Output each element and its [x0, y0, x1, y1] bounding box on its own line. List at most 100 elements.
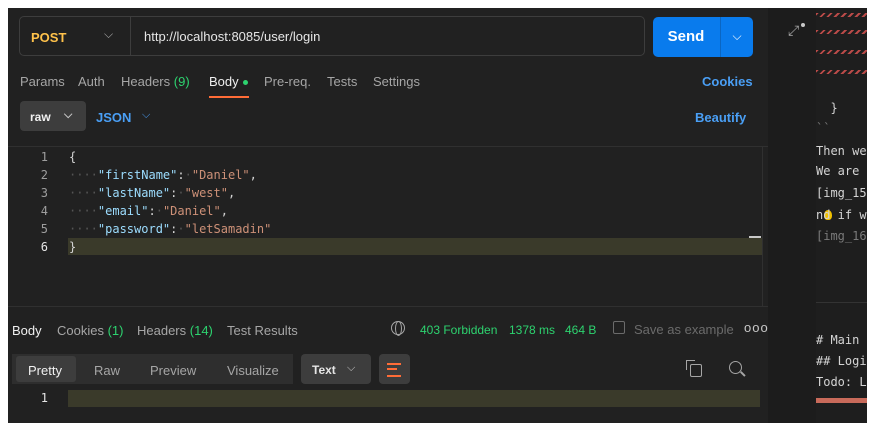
json-key: "firstName": [97, 168, 178, 182]
tab-headers-label: Headers: [121, 74, 171, 89]
line-number: 5: [40, 222, 48, 236]
url-divider: [130, 17, 131, 55]
response-current-line[interactable]: [68, 390, 760, 407]
code-line[interactable]: ····"lastName":·"west",: [69, 186, 235, 200]
text-line: nd if w: [816, 208, 867, 222]
method-select[interactable]: POST: [31, 30, 66, 45]
json-comma: ,: [227, 186, 236, 200]
line-number: 3: [40, 186, 48, 200]
language-select[interactable]: JSON: [96, 110, 131, 125]
text-line: ``: [816, 121, 831, 135]
code-line[interactable]: }: [69, 240, 76, 254]
response-line-number: 1: [40, 391, 48, 405]
chevron-down-icon: ⌵: [347, 362, 356, 374]
response-time[interactable]: 1378 ms: [509, 323, 555, 337]
space-marker: ·: [184, 168, 192, 182]
format-pretty[interactable]: Pretty: [28, 363, 62, 378]
tab-pre-req[interactable]: Pre-req.: [264, 74, 311, 89]
space-marker: ·: [177, 186, 185, 200]
code-line[interactable]: ····"firstName":·"Daniel",: [69, 168, 257, 182]
spellcheck-underline: [816, 30, 867, 34]
text-line: [img_16: [816, 229, 867, 243]
response-tab-body[interactable]: Body: [12, 323, 42, 338]
beautify-button[interactable]: Beautify: [695, 110, 746, 125]
json-value: "west": [184, 186, 228, 200]
language-chevron-down-icon[interactable]: ⌵: [142, 109, 150, 122]
body-modified-dot: [242, 80, 248, 86]
body-mode-label: raw: [30, 110, 51, 124]
request-panel: POST ⌵ http://localhost:8085/user/login …: [8, 8, 768, 423]
format-preview[interactable]: Preview: [150, 363, 196, 378]
method-chevron-down-icon[interactable]: ⌵: [104, 27, 113, 42]
send-button[interactable]: Send ⌵: [653, 17, 753, 57]
body-editor[interactable]: 1 2 3 4 5 6 { ····"firstName":·"Daniel",…: [8, 146, 768, 307]
notification-dot: [801, 23, 805, 27]
url-bar: POST ⌵ http://localhost:8085/user/login: [19, 16, 645, 56]
search-icon[interactable]: [729, 361, 742, 374]
expand-icon[interactable]: ⤢: [788, 22, 799, 39]
text-line: Todo: Lo: [816, 375, 867, 389]
markdown-editor-pane[interactable]: } `` Then we We are a [img_15 nd if w [i…: [816, 8, 867, 423]
side-toolbar: ⤢: [768, 8, 816, 423]
json-key: "lastName": [97, 186, 171, 200]
globe-icon[interactable]: [391, 321, 405, 336]
more-options-icon[interactable]: ooo: [744, 320, 768, 335]
format-raw[interactable]: Raw: [94, 363, 120, 378]
json-key: "password": [97, 222, 171, 236]
save-as-example-button[interactable]: Save as example: [634, 322, 734, 337]
response-tab-cookies[interactable]: Cookies (1): [57, 323, 123, 338]
response-size[interactable]: 464 B: [565, 323, 596, 337]
send-options-chevron-down-icon[interactable]: ⌵: [721, 29, 753, 44]
wrap-lines-icon: [387, 363, 401, 377]
line-number: 6: [40, 240, 48, 254]
tab-body[interactable]: Body: [209, 74, 248, 89]
text-line: [img_15: [816, 186, 867, 200]
current-line-highlight: [68, 238, 762, 255]
active-tab-underline: [209, 96, 249, 98]
indent-marker: ····: [69, 168, 98, 182]
indent-marker: ····: [69, 222, 98, 236]
response-type-label: Text: [312, 363, 336, 377]
send-label[interactable]: Send: [653, 28, 719, 45]
code-line[interactable]: ····"email":·"Daniel",: [69, 204, 228, 218]
tab-params[interactable]: Params: [20, 74, 65, 89]
open-brace: {: [69, 150, 77, 164]
spellcheck-underline: [816, 13, 867, 17]
tab-tests[interactable]: Tests: [327, 74, 357, 89]
body-mode-select[interactable]: raw ⌵: [20, 101, 86, 131]
status-code[interactable]: 403 Forbidden: [420, 323, 497, 337]
response-tab-test-results[interactable]: Test Results: [227, 323, 298, 338]
text-line: Then we: [816, 144, 867, 158]
response-tab-headers-count: (14): [189, 323, 213, 338]
pane-separator: [816, 302, 867, 303]
text-line: # Main: [816, 333, 860, 347]
response-tab-cookies-label: Cookies: [57, 323, 104, 338]
url-input[interactable]: http://localhost:8085/user/login: [144, 29, 320, 44]
response-tab-headers[interactable]: Headers (14): [137, 323, 213, 338]
spellcheck-underline: [816, 50, 867, 54]
spellcheck-underline: [816, 70, 867, 74]
indent-marker: ····: [69, 186, 98, 200]
scroll-position-marker: [749, 236, 761, 238]
text-line: We are a: [816, 164, 867, 178]
code-line[interactable]: ····"password":·"letSamadin": [69, 222, 271, 236]
response-type-select[interactable]: Text ⌵: [301, 354, 371, 384]
text-line: }: [816, 101, 838, 115]
json-comma: ,: [249, 168, 257, 182]
response-tab-headers-label: Headers: [137, 323, 187, 338]
json-value: "Daniel": [162, 204, 221, 218]
line-number: 4: [40, 204, 48, 218]
format-visualize[interactable]: Visualize: [227, 363, 279, 378]
tab-headers[interactable]: Headers (9): [121, 74, 190, 89]
line-number: 2: [40, 168, 48, 182]
code-line[interactable]: {: [69, 150, 76, 164]
close-brace: }: [69, 240, 77, 254]
pane-divider[interactable]: [8, 306, 768, 307]
cookies-link[interactable]: Cookies: [702, 74, 753, 89]
text-line: ## Logi: [816, 354, 867, 368]
space-marker: ·: [155, 204, 163, 218]
tab-settings[interactable]: Settings: [373, 74, 420, 89]
copy-icon[interactable]: [686, 360, 702, 377]
wrap-lines-button[interactable]: [379, 354, 410, 384]
tab-auth[interactable]: Auth: [78, 74, 105, 89]
